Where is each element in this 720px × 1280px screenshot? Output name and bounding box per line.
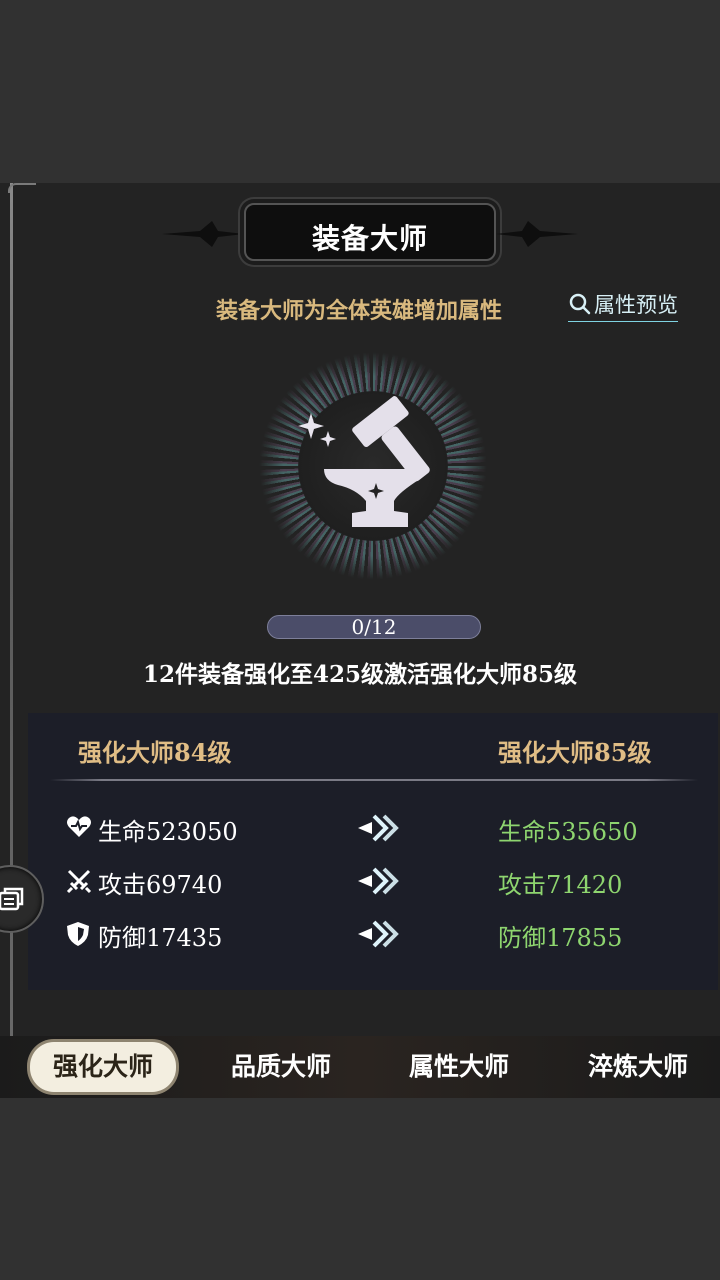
subtitle: 装备大师为全体英雄增加属性 (216, 298, 503, 324)
stat-row-defense: 防御17435 防御17855 (28, 914, 718, 954)
stat-row-attack: 攻击69740 攻击71420 (28, 861, 718, 901)
page-title: 装备大师 (311, 222, 428, 255)
current-level-label: 强化大师84级 (78, 738, 232, 767)
progress-bar: 0/12 (267, 615, 481, 639)
title-plaque: 装备大师 (244, 203, 496, 261)
shield-icon (67, 922, 89, 946)
defense-next-value: 防御17855 (498, 924, 623, 952)
next-level-label: 强化大师85级 (498, 738, 652, 767)
level-compare-box: 强化大师84级 强化大师85级 生命523050 生命535650 攻击6974… (28, 713, 718, 990)
attribute-preview-link[interactable]: 属性预览 (568, 289, 678, 322)
double-arrow-icon (358, 814, 399, 842)
crossed-swords-icon (66, 869, 92, 894)
master-emblem (248, 351, 498, 591)
divider (50, 779, 698, 781)
title-banner: 装备大师 (160, 195, 580, 271)
requirement-text: 12件装备强化至425级激活强化大师85级 (142, 661, 578, 688)
double-arrow-icon (358, 920, 399, 948)
progress-text: 0/12 (351, 615, 397, 639)
anvil-hammer-icon (298, 396, 430, 527)
tab-enhance-master[interactable]: 强化大师 (30, 1042, 176, 1092)
double-arrow-icon (358, 867, 399, 895)
hp-current-value: 生命523050 (98, 818, 238, 846)
tab-quality-master[interactable]: 品质大师 (208, 1042, 354, 1092)
right-ornament-icon (496, 221, 578, 247)
attack-current-value: 攻击69740 (98, 871, 223, 899)
tab-attribute-master[interactable]: 属性大师 (386, 1042, 532, 1092)
left-rail (10, 183, 13, 1098)
attribute-preview-label: 属性预览 (594, 293, 678, 317)
defense-current-value: 防御17435 (98, 924, 223, 952)
equipment-master-panel: 装备大师 装备大师为全体英雄增加属性 属性预览 0/12 12件装备强化至425… (0, 183, 720, 1098)
tab-refine-master[interactable]: 淬炼大师 (565, 1042, 711, 1092)
rail-corner-ornament (8, 183, 36, 193)
hp-next-value: 生命535650 (498, 818, 638, 846)
stat-row-hp: 生命523050 生命535650 (28, 808, 718, 848)
heart-icon (67, 816, 91, 837)
search-icon (569, 293, 591, 315)
bottom-tab-bar: 强化大师 品质大师 属性大师 淬炼大师 (0, 1036, 720, 1098)
attack-next-value: 攻击71420 (498, 871, 623, 899)
cards-icon (0, 887, 24, 911)
left-ornament-icon (162, 221, 244, 247)
